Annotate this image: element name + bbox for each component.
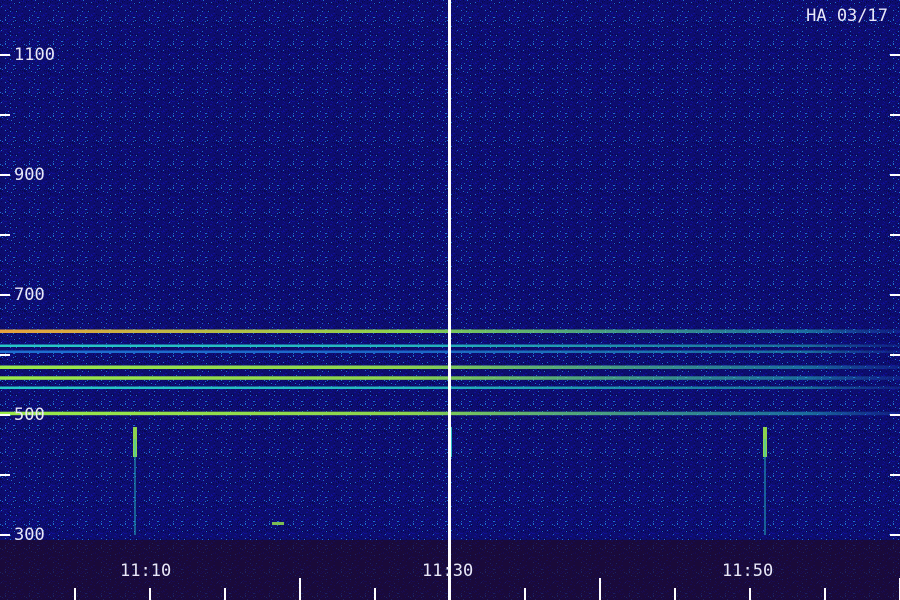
x-tick-label: 11:30	[422, 561, 474, 581]
y-tick-right	[890, 534, 900, 536]
y-tick-left	[0, 354, 10, 356]
x-tick	[74, 588, 76, 600]
y-tick-right	[890, 174, 900, 176]
x-tick	[224, 588, 226, 600]
y-tick-right	[890, 54, 900, 56]
y-tick-right	[890, 474, 900, 476]
x-tick	[374, 588, 376, 600]
y-tick-label: 500	[14, 405, 45, 425]
x-tick-label: 11:10	[120, 561, 172, 581]
x-tick	[749, 588, 751, 600]
signal-blip	[272, 522, 284, 525]
x-tick	[599, 578, 601, 600]
time-separator-line	[448, 0, 451, 600]
y-tick-right	[890, 114, 900, 116]
x-tick-label: 11:50	[722, 561, 774, 581]
station-date-label: HA 03/17	[806, 6, 888, 26]
y-tick-left	[0, 234, 10, 236]
x-tick	[674, 588, 676, 600]
y-tick-left	[0, 54, 10, 56]
vertical-burst-trail	[764, 439, 766, 535]
y-tick-right	[890, 234, 900, 236]
y-tick-label: 1100	[14, 45, 55, 65]
y-tick-left	[0, 294, 10, 296]
y-tick-left	[0, 174, 10, 176]
y-tick-left	[0, 534, 10, 536]
y-tick-left	[0, 474, 10, 476]
spectrogram-panel: HA 03/17 1100 900 700 500 300 11:10 11:3…	[0, 0, 900, 600]
y-tick-label: 700	[14, 285, 45, 305]
y-tick-label: 900	[14, 165, 45, 185]
y-tick-right	[890, 354, 900, 356]
y-tick-left	[0, 414, 10, 416]
x-tick	[449, 588, 451, 600]
y-tick-label: 300	[14, 525, 45, 545]
spectrogram-image	[0, 0, 900, 600]
y-tick-right	[890, 294, 900, 296]
y-tick-right	[890, 414, 900, 416]
x-tick	[149, 588, 151, 600]
x-tick	[299, 578, 301, 600]
y-tick-left	[0, 114, 10, 116]
vertical-burst-trail	[134, 439, 136, 535]
x-tick	[824, 588, 826, 600]
x-tick	[524, 588, 526, 600]
